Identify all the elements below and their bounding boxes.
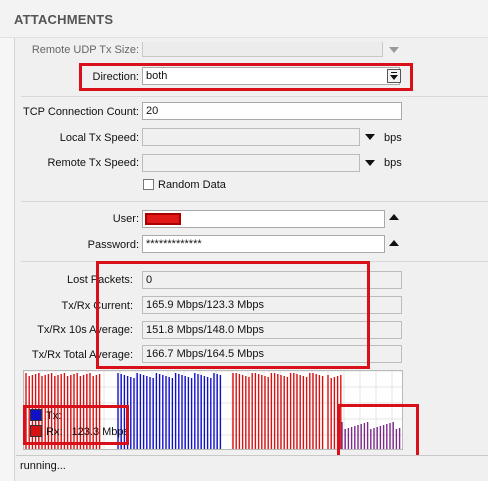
redacted-username-mark — [145, 213, 181, 225]
random-data-label: Random Data — [158, 179, 226, 191]
password-label: Password: — [87, 239, 139, 251]
remote-tx-speed-unit: bps — [384, 157, 402, 169]
random-data-checkbox[interactable] — [143, 179, 154, 190]
remote-tx-speed-dropdown-icon[interactable] — [365, 160, 375, 166]
tcp-connection-count-input[interactable]: 20 — [142, 102, 402, 120]
separator — [21, 201, 488, 202]
annotation-box-stats — [96, 261, 370, 369]
bandwidth-test-window: Remote UDP Tx Size: Direction: both TCP … — [14, 38, 488, 481]
status-text: running... — [20, 460, 66, 472]
tcp-connection-count-label: TCP Connection Count: — [23, 106, 139, 118]
remote-udp-tx-size-label: Remote UDP Tx Size: — [31, 44, 139, 56]
remote-udp-tx-size-dropdown-icon — [389, 47, 399, 53]
remote-udp-tx-size-field — [142, 42, 383, 57]
local-tx-speed-dropdown-icon[interactable] — [365, 134, 375, 140]
local-tx-speed-label: Local Tx Speed: — [59, 132, 139, 144]
local-tx-speed-input[interactable] — [142, 128, 360, 146]
annotation-box-legend — [23, 405, 129, 445]
password-collapse-icon[interactable] — [389, 240, 399, 246]
user-collapse-icon[interactable] — [389, 214, 399, 220]
remote-tx-speed-label: Remote Tx Speed: — [47, 157, 139, 169]
user-label: User: — [112, 213, 139, 225]
password-input[interactable]: ************* — [142, 235, 385, 253]
section-title: ATTACHMENTS — [14, 12, 114, 27]
annotation-box-direction — [79, 63, 413, 91]
local-tx-speed-unit: bps — [384, 132, 402, 144]
attachments-header: ATTACHMENTS — [0, 0, 488, 38]
separator — [21, 96, 488, 97]
remote-tx-speed-input[interactable] — [142, 154, 360, 172]
status-bar: running... — [16, 455, 488, 475]
